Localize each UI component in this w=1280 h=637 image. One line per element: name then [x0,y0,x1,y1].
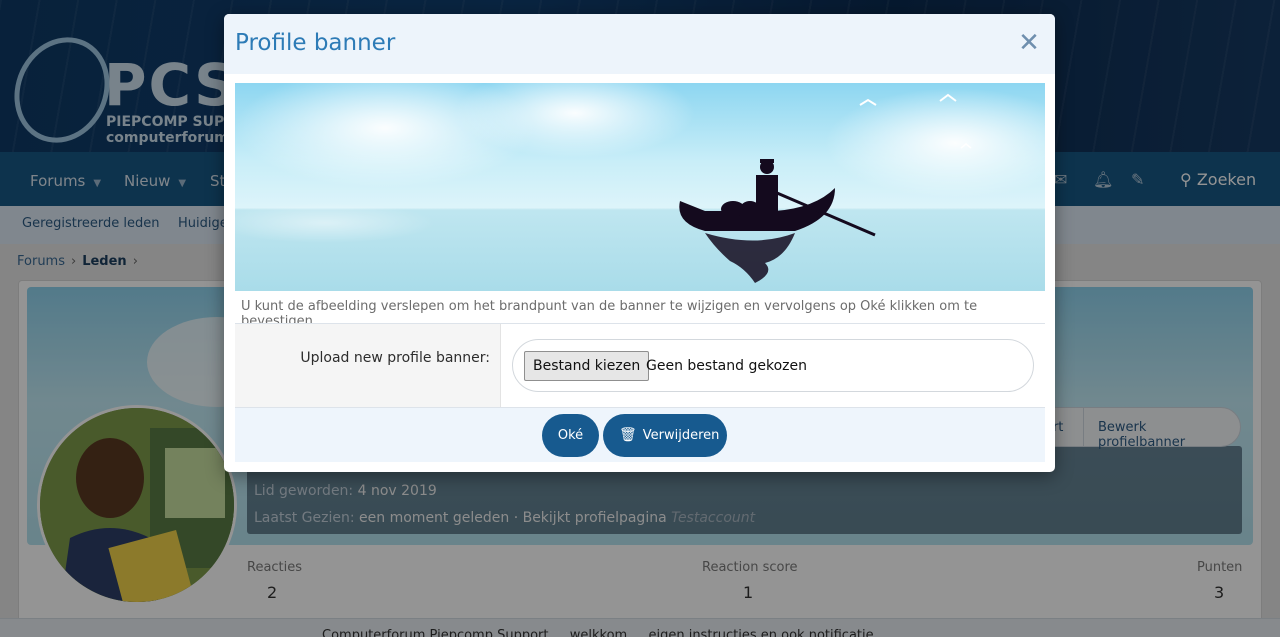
modal-title: Profile banner [235,30,396,56]
upload-label-cell: Upload new profile banner: [235,324,501,407]
modal-footer: Oké 🗑︎ Verwijderen [235,407,1045,462]
ok-button-label: Oké [557,428,584,443]
file-upload-input[interactable]: Bestand kiezen Geen bestand gekozen [512,339,1034,392]
close-icon[interactable]: ✕ [1016,30,1042,56]
banner-preview-image[interactable] [235,83,1045,291]
modal-header: Profile banner ✕ [224,14,1055,74]
file-status-text: Geen bestand gekozen [646,358,807,374]
trash-icon: 🗑︎ [619,427,637,443]
choose-file-button[interactable]: Bestand kiezen [524,351,650,381]
ok-button[interactable]: Oké [542,414,599,457]
upload-label: Upload new profile banner: [300,350,490,366]
delete-button-label: Verwijderen [642,428,720,443]
profile-banner-modal: Profile banner ✕ U kunt de afbeelding ve… [224,14,1055,472]
upload-form-row: Upload new profile banner: Bestand kieze… [235,324,1045,407]
delete-button[interactable]: 🗑︎ Verwijderen [603,414,727,457]
